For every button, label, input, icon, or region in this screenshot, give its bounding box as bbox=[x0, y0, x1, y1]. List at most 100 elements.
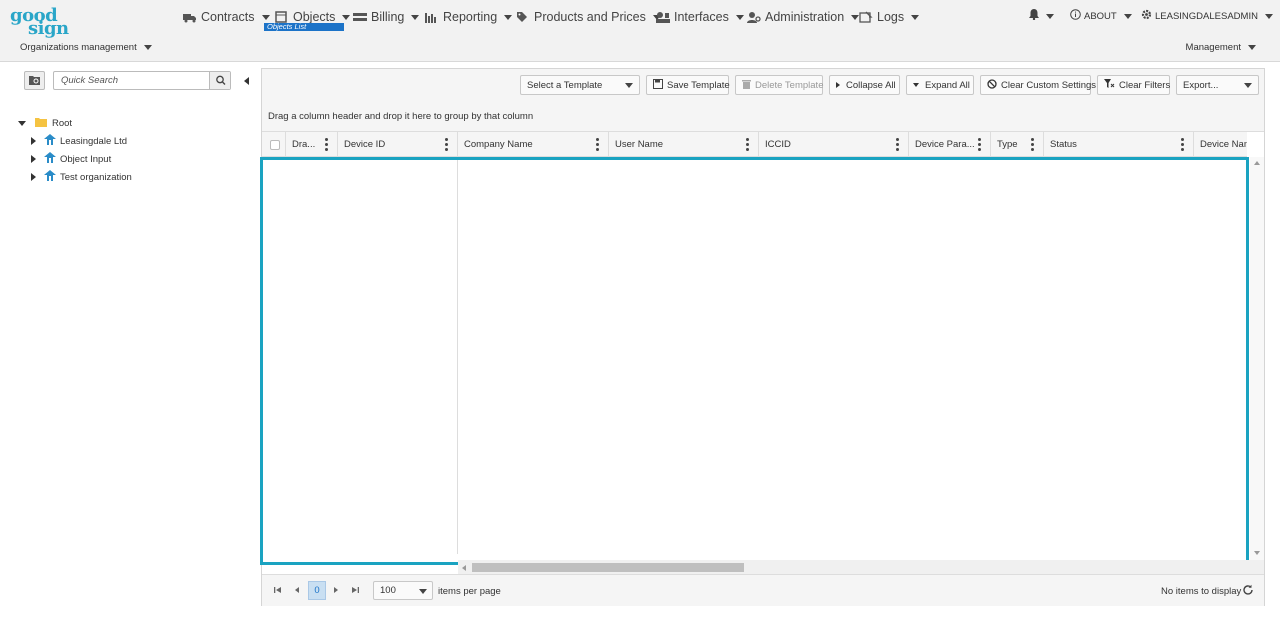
scroll-down-arrow-icon[interactable] bbox=[1254, 551, 1260, 555]
export-dropdown[interactable]: Export... bbox=[1176, 75, 1259, 95]
column-header-company-name[interactable]: Company Name bbox=[457, 132, 609, 156]
objects-list-subnav[interactable]: Objects List bbox=[264, 23, 344, 31]
about-label: ABOUT bbox=[1084, 10, 1117, 22]
column-menu-icon[interactable] bbox=[1181, 138, 1184, 151]
nav-billing[interactable]: Billing bbox=[353, 8, 420, 26]
delete-template-label: Delete Template bbox=[755, 79, 824, 91]
tree-node-root[interactable]: Root bbox=[18, 116, 72, 130]
chevron-down-icon bbox=[1248, 45, 1256, 50]
vertical-scrollbar[interactable] bbox=[1250, 157, 1264, 560]
delete-template-button[interactable]: Delete Template bbox=[735, 75, 823, 95]
truck-icon bbox=[183, 11, 197, 23]
nav-logs-label: Logs bbox=[877, 10, 905, 24]
expand-arrow-icon[interactable] bbox=[31, 137, 36, 145]
column-menu-icon[interactable] bbox=[445, 138, 448, 151]
tree-node-label: Root bbox=[52, 117, 73, 129]
select-all-checkbox[interactable] bbox=[270, 140, 280, 150]
organizations-management-menu[interactable]: Organizations management bbox=[20, 42, 152, 53]
chevron-down-icon bbox=[735, 14, 744, 20]
collapse-all-label: Collapse All bbox=[846, 79, 896, 91]
chevron-down-icon bbox=[851, 14, 860, 20]
chevron-down-icon bbox=[261, 14, 270, 20]
chevron-down-icon bbox=[1046, 13, 1054, 19]
column-title: Status bbox=[1050, 139, 1077, 150]
column-menu-icon[interactable] bbox=[978, 138, 981, 151]
column-menu-icon[interactable] bbox=[596, 138, 599, 151]
about-menu[interactable]: ABOUT bbox=[1070, 9, 1132, 23]
tree-node-label: Object Input bbox=[60, 153, 112, 165]
scroll-up-arrow-icon[interactable] bbox=[1254, 161, 1260, 165]
expand-all-button[interactable]: Expand All bbox=[906, 75, 974, 95]
quick-search-button[interactable] bbox=[209, 72, 230, 89]
next-page-icon[interactable] bbox=[330, 583, 342, 597]
group-by-drop-area[interactable]: Drag a column header and drop it here to… bbox=[262, 101, 1264, 132]
page-size-select[interactable]: 100 bbox=[373, 581, 433, 600]
refresh-icon[interactable] bbox=[1242, 584, 1254, 596]
expand-arrow-icon[interactable] bbox=[18, 120, 26, 126]
column-header-dra[interactable]: Dra... bbox=[285, 132, 338, 156]
chevron-down-icon bbox=[411, 14, 420, 20]
expand-all-label: Expand All bbox=[925, 79, 970, 91]
save-icon bbox=[653, 78, 663, 92]
management-menu[interactable]: Management bbox=[1186, 42, 1256, 53]
horizontal-scroll-thumb[interactable] bbox=[472, 563, 744, 572]
chevron-down-icon bbox=[419, 589, 427, 594]
page-size-value: 100 bbox=[380, 585, 396, 596]
ban-icon bbox=[987, 78, 997, 92]
tree-search-mode-button[interactable] bbox=[24, 71, 45, 90]
column-header-device-name[interactable]: Device Nam bbox=[1193, 132, 1247, 156]
trash-icon bbox=[742, 79, 751, 92]
nav-billing-label: Billing bbox=[371, 10, 405, 24]
column-title: User Name bbox=[615, 139, 664, 150]
bar-chart-icon bbox=[425, 11, 439, 23]
nav-contracts[interactable]: Contracts bbox=[183, 8, 270, 26]
notifications-menu[interactable] bbox=[1029, 9, 1054, 23]
previous-page-icon[interactable] bbox=[291, 583, 303, 597]
column-menu-icon[interactable] bbox=[746, 138, 749, 151]
column-title: Type bbox=[997, 139, 1018, 150]
play-down-icon bbox=[913, 83, 919, 87]
tree-node-object-input[interactable]: Object Input bbox=[31, 152, 111, 166]
column-header-device-params[interactable]: Device Para... bbox=[908, 132, 991, 156]
tree-node-leasingdale[interactable]: Leasingdale Ltd bbox=[31, 134, 127, 148]
last-page-icon[interactable] bbox=[349, 583, 361, 597]
user-menu[interactable]: LEASINGDALESADMIN bbox=[1141, 9, 1273, 23]
nav-administration[interactable]: Administration bbox=[747, 8, 860, 26]
column-menu-icon[interactable] bbox=[896, 138, 899, 151]
billing-icon bbox=[353, 11, 367, 23]
nav-logs[interactable]: Logs bbox=[859, 8, 920, 26]
clear-filters-button[interactable]: Clear Filters bbox=[1097, 75, 1170, 95]
org-arrow-icon bbox=[44, 170, 56, 184]
org-arrow-icon bbox=[44, 134, 56, 148]
user-name: LEASINGDALESADMIN bbox=[1155, 10, 1258, 22]
column-menu-icon[interactable] bbox=[325, 138, 328, 151]
nav-products-prices[interactable]: Products and Prices bbox=[516, 8, 661, 26]
first-page-icon[interactable] bbox=[272, 583, 284, 597]
expand-arrow-icon[interactable] bbox=[31, 155, 36, 163]
column-header-iccid[interactable]: ICCID bbox=[758, 132, 909, 156]
scroll-left-arrow-icon[interactable] bbox=[462, 565, 466, 571]
nav-administration-label: Administration bbox=[765, 10, 845, 24]
goodsign-logo[interactable]: good sign bbox=[10, 5, 72, 39]
column-header-user-name[interactable]: User Name bbox=[608, 132, 759, 156]
save-template-button[interactable]: Save Template bbox=[646, 75, 730, 95]
tree-node-test-organization[interactable]: Test organization bbox=[31, 170, 132, 184]
select-template-dropdown[interactable]: Select a Template bbox=[520, 75, 640, 95]
nav-reporting[interactable]: Reporting bbox=[425, 8, 513, 26]
clear-custom-settings-button[interactable]: Clear Custom Settings bbox=[980, 75, 1096, 95]
nav-interfaces[interactable]: Interfaces bbox=[656, 8, 744, 26]
quick-search-input[interactable]: Quick Search bbox=[53, 71, 231, 90]
collapse-all-button[interactable]: Collapse All bbox=[829, 75, 900, 95]
column-header-type[interactable]: Type bbox=[990, 132, 1044, 156]
chevron-down-icon bbox=[504, 14, 513, 20]
collapse-panel-arrow-icon[interactable] bbox=[244, 77, 249, 85]
expand-arrow-icon[interactable] bbox=[31, 173, 36, 181]
folder-search-icon bbox=[29, 76, 40, 85]
logs-icon bbox=[859, 11, 873, 23]
column-header-device-id[interactable]: Device ID bbox=[337, 132, 458, 156]
nav-reporting-label: Reporting bbox=[443, 10, 498, 24]
column-menu-icon[interactable] bbox=[1031, 138, 1034, 151]
interfaces-icon bbox=[656, 11, 670, 23]
column-header-status[interactable]: Status bbox=[1043, 132, 1194, 156]
current-page-number[interactable]: 0 bbox=[308, 581, 326, 600]
